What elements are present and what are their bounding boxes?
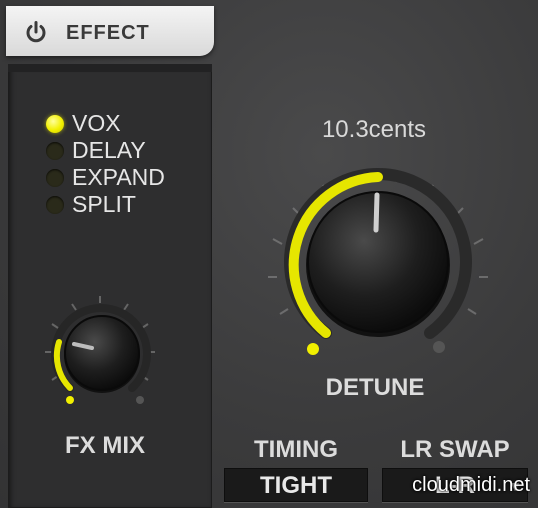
effect-header-tab: EFFECT [6, 6, 214, 56]
max-indicator-icon [433, 341, 445, 353]
timing-select[interactable]: TIGHT [224, 468, 368, 502]
knob-pointer [373, 192, 380, 233]
led-indicator-icon [46, 169, 64, 187]
timing-value: TIGHT [260, 472, 332, 499]
led-indicator-icon [46, 115, 64, 133]
led-indicator-icon [46, 196, 64, 214]
fx-mix-label: FX MIX [64, 432, 145, 459]
watermark: cloudmidi.net [412, 474, 530, 496]
panel-divider [8, 64, 212, 72]
led-indicator-icon [46, 142, 64, 160]
mode-label: SPLIT [72, 191, 136, 217]
max-indicator-icon [136, 396, 144, 404]
detune-label: DETUNE [325, 374, 425, 401]
min-indicator-icon [307, 343, 319, 355]
effect-title: EFFECT [66, 22, 150, 44]
mode-label: VOX [72, 110, 121, 136]
lr-swap-label: LR SWAP [400, 436, 510, 463]
mode-label: EXPAND [72, 164, 165, 190]
min-indicator-icon [66, 396, 74, 404]
effect-module: EFFECT VOX DELAY EXPAND SPLIT 10.3cents [0, 0, 538, 508]
timing-label: TIMING [254, 436, 338, 463]
power-icon[interactable] [24, 20, 48, 44]
mode-label: DELAY [72, 137, 146, 163]
detune-value-readout: 10.3cents [321, 116, 427, 143]
detune-knob[interactable] [260, 150, 490, 370]
knob-body [64, 315, 140, 391]
fx-mix-knob[interactable] [40, 290, 170, 410]
